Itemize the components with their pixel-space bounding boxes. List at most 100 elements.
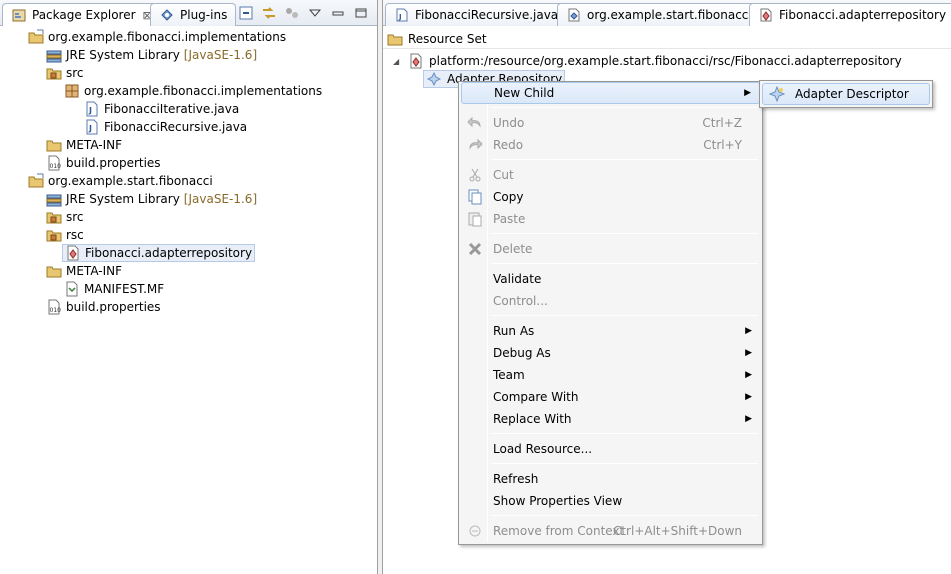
menu-item-label: New Child	[494, 86, 555, 100]
tree-item-build-properties[interactable]: 010 build.properties	[46, 154, 161, 172]
menu-item-refresh[interactable]: Refresh	[461, 468, 760, 490]
minimize-icon[interactable]	[330, 5, 346, 21]
menu-separator	[491, 315, 758, 316]
package-icon	[64, 83, 80, 99]
svg-text:J: J	[88, 106, 92, 115]
svg-text:J: J	[88, 124, 92, 133]
tree-item-src[interactable]: src	[46, 208, 84, 226]
menu-item-adapter-descriptor[interactable]: Adapter Descriptor	[762, 83, 930, 105]
tree-item-project[interactable]: org.example.fibonacci.implementations	[28, 28, 286, 46]
tree-item-adapterrepository[interactable]: Fibonacci.adapterrepository	[62, 244, 256, 262]
tab-org-example-start-fibonacci[interactable]: org.example.start.fibonacci	[557, 3, 761, 26]
tree-item-java-file[interactable]: J FibonacciIterative.java	[84, 100, 239, 118]
tree-item-src[interactable]: src	[46, 64, 84, 82]
tree-item-meta-inf[interactable]: META-INF	[46, 262, 122, 280]
submenu-arrow-icon: ▶	[744, 88, 751, 98]
menu-item-paste[interactable]: Paste	[461, 208, 760, 230]
tree-item-project[interactable]: org.example.start.fibonacci	[28, 172, 213, 190]
menu-item-label: Compare With	[493, 390, 579, 404]
tree-item-jre-library[interactable]: JRE System Library [JavaSE-1.6]	[46, 190, 257, 208]
tree-item-package[interactable]: org.example.fibonacci.implementations	[64, 82, 322, 100]
resource-node[interactable]: ◢ platform:/resource/org.example.start.f…	[393, 52, 902, 70]
library-icon	[46, 191, 62, 207]
tab-plug-ins[interactable]: Plug-ins	[150, 3, 237, 26]
adapter-descriptor-icon	[767, 84, 787, 104]
resource-set-icon	[387, 31, 403, 47]
tree-item-label: META-INF	[66, 264, 123, 278]
menu-item-team[interactable]: Team ▶	[461, 364, 760, 386]
tree-item-meta-inf[interactable]: META-INF	[46, 136, 122, 154]
menu-item-debug-as[interactable]: Debug As ▶	[461, 342, 760, 364]
manifest-file-icon	[64, 281, 80, 297]
menu-separator	[491, 159, 758, 160]
repository-file-icon	[65, 245, 81, 261]
tree-item-java-file[interactable]: J FibonacciRecursive.java	[84, 118, 247, 136]
menu-item-validate[interactable]: Validate	[461, 268, 760, 290]
svg-text:010: 010	[50, 307, 62, 314]
package-explorer-icon	[11, 7, 27, 23]
menu-item-load-resource[interactable]: Load Resource...	[461, 438, 760, 460]
delete-icon	[465, 239, 485, 259]
link-with-editor-icon[interactable]	[261, 5, 277, 21]
menu-item-label: Team	[493, 368, 525, 382]
tree-item-label: META-INF	[66, 138, 123, 152]
menu-item-label: Run As	[493, 324, 535, 338]
resource-set-node[interactable]: Resource Set	[387, 30, 487, 48]
source-folder-icon	[46, 209, 62, 225]
properties-file-icon: 010	[46, 299, 62, 315]
plugin-icon	[159, 7, 175, 23]
paste-icon	[465, 209, 485, 229]
menu-separator	[491, 433, 758, 434]
tab-label: org.example.start.fibonacci	[587, 8, 752, 22]
tree-item-jre-library[interactable]: JRE System Library [JavaSE-1.6]	[46, 46, 257, 64]
undo-icon	[465, 113, 485, 133]
tree-item-build-properties[interactable]: 010 build.properties	[46, 298, 161, 316]
expand-toggle-icon[interactable]: ◢	[393, 57, 403, 66]
view-toolbar	[238, 5, 369, 21]
menu-item-label: Cut	[493, 168, 514, 182]
tree-item-label: build.properties	[66, 300, 161, 314]
svg-text:J: J	[398, 13, 402, 21]
menu-item-label: Validate	[493, 272, 542, 286]
menu-item-compare-with[interactable]: Compare With ▶	[461, 386, 760, 408]
menu-item-control[interactable]: Control...	[461, 290, 760, 312]
maximize-icon[interactable]	[353, 5, 369, 21]
menu-item-shortcut: Ctrl+Alt+Shift+Down	[612, 524, 742, 538]
tab-fibonacci-recursive-java[interactable]: J FibonacciRecursive.java	[385, 3, 568, 26]
project-icon	[28, 29, 44, 45]
filter-icon[interactable]	[284, 5, 300, 21]
view-menu-icon[interactable]	[307, 5, 323, 21]
menu-item-show-properties-view[interactable]: Show Properties View	[461, 490, 760, 512]
tab-package-explorer[interactable]: Package Explorer ⊠	[2, 3, 161, 26]
library-icon	[46, 47, 62, 63]
menu-item-run-as[interactable]: Run As ▶	[461, 320, 760, 342]
menu-item-cut[interactable]: Cut	[461, 164, 760, 186]
properties-file-icon: 010	[46, 155, 62, 171]
menu-item-undo[interactable]: Undo Ctrl+Z	[461, 112, 760, 134]
menu-item-replace-with[interactable]: Replace With ▶	[461, 408, 760, 430]
new-child-submenu: Adapter Descriptor	[759, 80, 933, 108]
tab-fibonacci-adapterrepository[interactable]: Fibonacci.adapterrepository	[749, 3, 951, 26]
collapse-all-icon[interactable]	[238, 5, 254, 21]
menu-item-new-child[interactable]: New Child ▶	[461, 82, 760, 104]
tree-item-manifest[interactable]: MANIFEST.MF	[64, 280, 164, 298]
package-explorer-tabstrip: Package Explorer ⊠ Plug-ins	[0, 0, 377, 26]
package-explorer-view: Package Explorer ⊠ Plug-ins org.example.…	[0, 0, 378, 574]
menu-item-label: Show Properties View	[493, 494, 623, 508]
menu-item-copy[interactable]: Copy	[461, 186, 760, 208]
tree-item-label: Fibonacci.adapterrepository	[85, 246, 253, 260]
tree-item-rsc[interactable]: rsc	[46, 226, 84, 244]
menu-separator	[491, 233, 758, 234]
menu-item-label: Paste	[493, 212, 526, 226]
tree-item-label: org.example.fibonacci.implementations	[84, 84, 323, 98]
java-file-icon: J	[84, 119, 100, 135]
menu-item-shortcut: Ctrl+Y	[703, 138, 742, 152]
submenu-arrow-icon: ▶	[745, 414, 752, 424]
menu-item-remove-from-context[interactable]: Remove from Context Ctrl+Alt+Shift+Down	[461, 520, 760, 542]
menu-item-redo[interactable]: Redo Ctrl+Y	[461, 134, 760, 156]
cut-icon	[465, 165, 485, 185]
menu-item-delete[interactable]: Delete	[461, 238, 760, 260]
tree-item-label: build.properties	[66, 156, 161, 170]
menu-item-shortcut: Ctrl+Z	[702, 116, 742, 130]
menu-item-label: Delete	[493, 242, 533, 256]
